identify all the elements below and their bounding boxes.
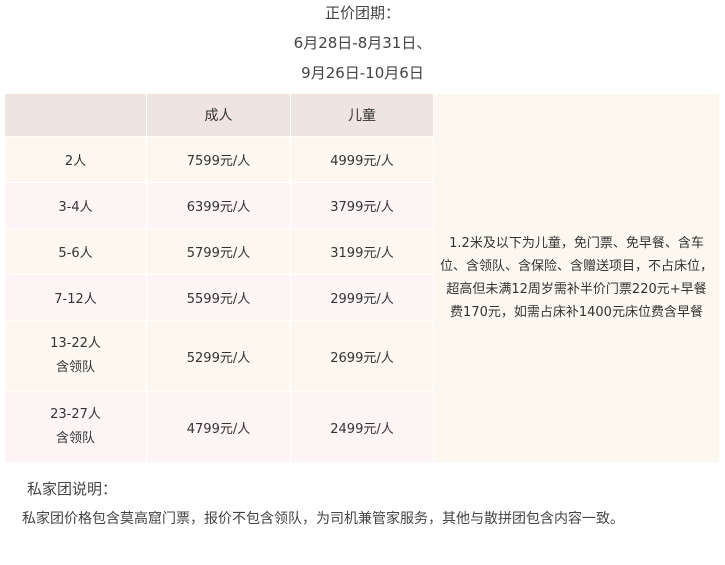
child-price: 2699元/人 <box>290 320 434 392</box>
group-size: 7-12人 <box>4 274 147 321</box>
private-tour-section: 私家团说明： 私家团价格包含莫高窟门票，报价不包含领队，为司机兼管家服务，其他与… <box>22 476 702 535</box>
table-header-row: 成人 儿童 1.2米及以下为儿童，免门票、免早餐、含车位、含领队、含保险、含赠送… <box>4 93 720 463</box>
period-dates-2: 9月26日-10月6日 <box>301 64 424 82</box>
group-size: 13-22人 含领队 <box>4 320 147 392</box>
child-price: 4999元/人 <box>290 136 434 183</box>
period-title: 正价团期： <box>324 4 400 22</box>
price-table: 成人 儿童 1.2米及以下为儿童，免门票、免早餐、含车位、含领队、含保险、含赠送… <box>4 93 720 463</box>
child-price: 2999元/人 <box>290 274 434 321</box>
col-header-adult: 成人 <box>146 93 291 137</box>
adult-price: 7599元/人 <box>146 136 291 183</box>
adult-price: 4799元/人 <box>146 391 291 463</box>
private-tour-text: 私家团价格包含莫高窟门票，报价不包含领队，为司机兼管家服务，其他与散拼团包含内容… <box>22 511 624 527</box>
group-size-leader: 含领队 <box>55 360 95 375</box>
col-header-group <box>4 93 147 137</box>
group-size-range: 23-27人 <box>50 407 101 422</box>
price-period-header: 正价团期： 6月28日-8月31日、 9月26日-10月6日 <box>0 0 725 88</box>
group-size: 2人 <box>4 136 147 183</box>
group-size: 5-6人 <box>4 228 147 275</box>
group-size: 23-27人 含领队 <box>4 391 147 463</box>
col-header-child: 儿童 <box>290 93 434 137</box>
adult-price: 5299元/人 <box>146 320 291 392</box>
adult-price: 5799元/人 <box>146 228 291 275</box>
adult-price: 6399元/人 <box>146 182 291 229</box>
group-size-range: 13-22人 <box>50 336 101 351</box>
group-size: 3-4人 <box>4 182 147 229</box>
child-price: 3799元/人 <box>290 182 434 229</box>
child-price: 3199元/人 <box>290 228 434 275</box>
adult-price: 5599元/人 <box>146 274 291 321</box>
private-tour-title: 私家团说明： <box>27 480 118 498</box>
child-policy-note: 1.2米及以下为儿童，免门票、免早餐、含车位、含领队、含保险、含赠送项目，不占床… <box>433 93 720 463</box>
child-price: 2499元/人 <box>290 391 434 463</box>
group-size-leader: 含领队 <box>55 431 95 446</box>
period-dates-1: 6月28日-8月31日、 <box>293 34 432 52</box>
